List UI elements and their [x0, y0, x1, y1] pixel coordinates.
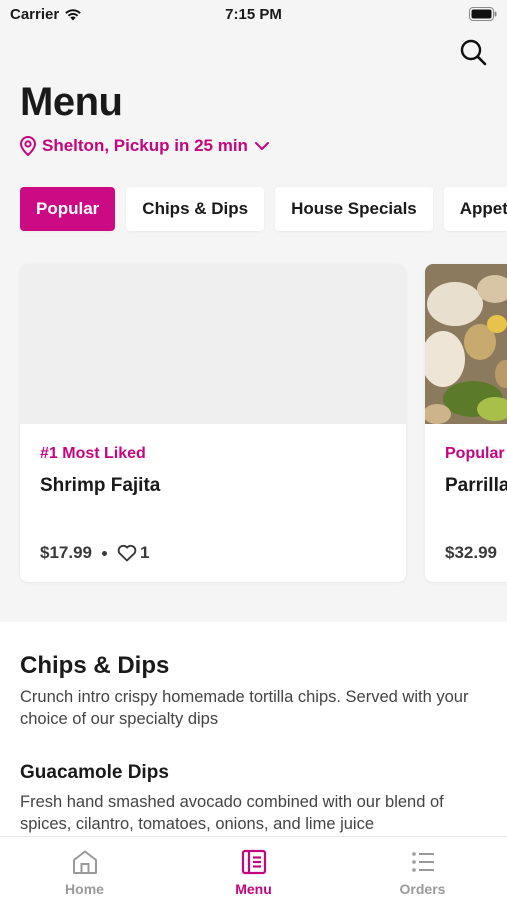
tab-bar-label: Orders	[399, 881, 446, 897]
tab-popular[interactable]: Popular	[20, 187, 116, 231]
tab-bar-orders[interactable]: Orders	[338, 837, 507, 900]
menu-screen: Carrier 7:15 PM Menu Shelton, Pickup in …	[0, 0, 507, 900]
section-title: Chips & Dips	[20, 652, 170, 679]
item-meta: $17.99 1	[40, 543, 149, 563]
menu-item-name[interactable]: Guacamole Dips	[20, 762, 169, 784]
item-price: $17.99	[40, 543, 92, 562]
item-badge: Popular	[445, 445, 505, 462]
location-pin-icon	[20, 136, 36, 156]
tab-bar-label: Home	[65, 881, 104, 897]
menu-book-icon	[241, 849, 266, 875]
popular-item-card[interactable]: #1 Most Liked Shrimp Fajita $17.99 1	[20, 264, 406, 582]
tab-bar-label: Menu	[235, 881, 272, 897]
separator-dot	[102, 550, 107, 556]
item-meta: $32.99	[445, 543, 497, 563]
category-tabs: Popular Chips & Dips House Specials Appe…	[20, 187, 507, 231]
tab-bar-menu[interactable]: Menu	[169, 837, 338, 900]
list-icon	[411, 852, 434, 872]
location-picker[interactable]: Shelton, Pickup in 25 min	[20, 136, 270, 156]
tab-bar-home[interactable]: Home	[0, 837, 169, 900]
bottom-tab-bar: Home Menu Orders	[0, 836, 507, 900]
page-title: Menu	[20, 80, 123, 124]
menu-item-description: Fresh hand smashed avocado combined with…	[20, 793, 444, 833]
battery-icon	[469, 7, 497, 21]
food-photo	[425, 264, 507, 424]
tab-house-specials[interactable]: House Specials	[275, 187, 433, 231]
like-count-value: 1	[140, 543, 150, 562]
location-label: Shelton, Pickup in 25 min	[42, 136, 248, 155]
heart-icon	[117, 544, 137, 562]
chevron-down-icon	[254, 142, 269, 150]
like-count[interactable]: 1	[117, 543, 149, 563]
item-name: Parrilla	[445, 475, 507, 496]
tab-chips-dips[interactable]: Chips & Dips	[126, 187, 265, 231]
section-description: Crunch intro crispy homemade tortilla ch…	[20, 688, 469, 728]
status-time: 7:15 PM	[225, 6, 282, 23]
item-badge: #1 Most Liked	[40, 445, 146, 462]
item-price: $32.99	[445, 543, 497, 562]
tab-appetizers[interactable]: Appet	[443, 187, 507, 231]
home-icon	[72, 850, 97, 874]
status-bar: Carrier 7:15 PM	[0, 0, 507, 30]
item-image-placeholder	[20, 264, 406, 424]
popular-item-card[interactable]: Popular Parrilla $32.99	[425, 264, 507, 582]
item-name: Shrimp Fajita	[40, 475, 161, 496]
search-icon[interactable]	[459, 38, 487, 66]
